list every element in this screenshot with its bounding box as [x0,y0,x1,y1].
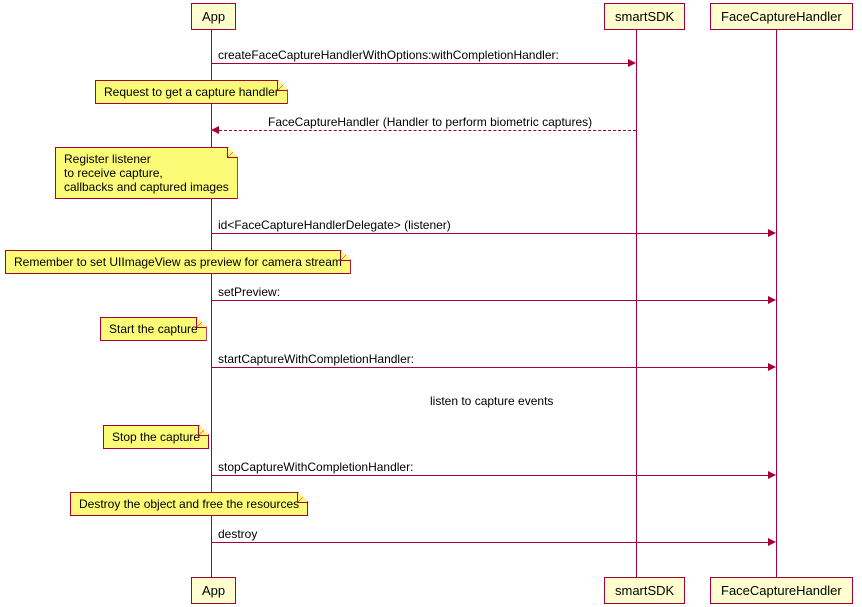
participant-handler-top: FaceCaptureHandler [710,3,853,30]
msg-destroy-arrowhead [768,538,776,546]
msg-destroy-arrow [211,542,769,543]
note-start-capture: Start the capture [100,317,207,341]
lifeline-handler [776,30,777,577]
msg-setpreview-label: setPreview: [218,285,280,299]
msg-stopcapture-arrowhead [768,471,776,479]
note-register-listener: Register listener to receive capture, ca… [55,147,238,199]
divider-dash-app [211,374,213,424]
msg-return-arrow [219,130,636,132]
msg-startcapture-label: startCaptureWithCompletionHandler: [218,352,414,366]
note-set-preview: Remember to set UIImageView as preview f… [5,250,351,274]
msg-startcapture-arrow [211,367,769,368]
lifeline-sdk [636,30,637,577]
divider-dash-handler [776,374,778,424]
note-destroy: Destroy the object and free the resource… [70,492,308,516]
msg-setpreview-arrow [211,300,769,301]
note-stop-capture: Stop the capture [103,425,209,449]
participant-sdk-top: smartSDK [604,3,685,30]
msg-create-arrowhead [628,59,636,67]
participant-sdk-bottom: smartSDK [604,577,685,604]
msg-listener-label: id<FaceCaptureHandlerDelegate> (listener… [218,218,451,232]
participant-handler-bottom: FaceCaptureHandler [710,577,853,604]
msg-create-arrow [211,63,629,64]
msg-stopcapture-arrow [211,475,769,476]
participant-app-bottom: App [191,577,236,604]
msg-startcapture-arrowhead [768,363,776,371]
participant-app-top: App [191,3,236,30]
note-request-handler: Request to get a capture handler [95,80,288,104]
msg-listener-arrowhead [768,229,776,237]
msg-return-label: FaceCaptureHandler (Handler to perform b… [268,115,592,129]
msg-setpreview-arrowhead [768,296,776,304]
msg-destroy-label: destroy [218,527,257,541]
msg-return-arrowhead [211,126,219,134]
msg-create-label: createFaceCaptureHandlerWithOptions:with… [218,48,559,62]
divider-label: listen to capture events [430,394,553,408]
msg-listener-arrow [211,233,769,234]
msg-stopcapture-label: stopCaptureWithCompletionHandler: [218,460,413,474]
